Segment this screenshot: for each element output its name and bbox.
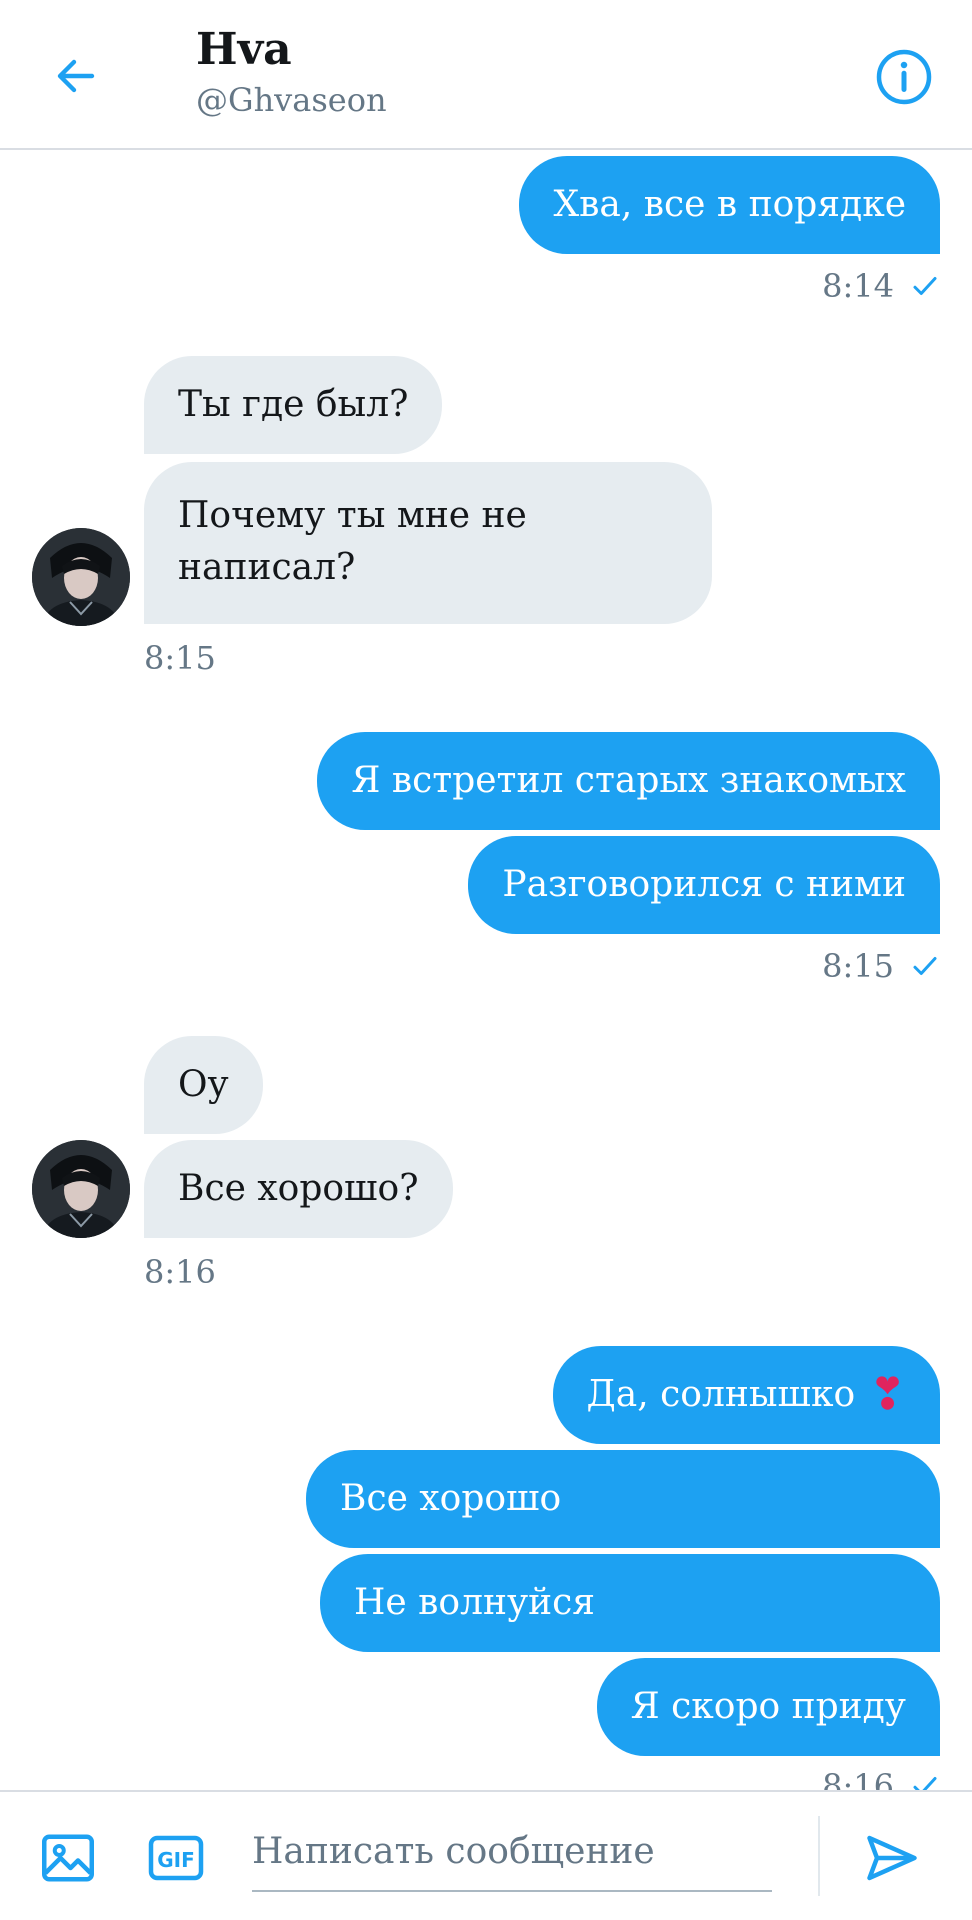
send-button[interactable] [862, 1828, 922, 1888]
message-text: Все хорошо [340, 1478, 562, 1519]
chat-header: Hva @Ghvaseon [0, 0, 972, 150]
message-text: Оу [178, 1064, 229, 1105]
gif-icon: GIF [148, 1835, 204, 1881]
outgoing-message[interactable]: Да, солнышко ❣ [552, 1346, 940, 1444]
outgoing-message[interactable]: Не волнуйся [320, 1554, 940, 1652]
message-time: 8:16 [144, 1253, 216, 1291]
timestamp: 8:14 [822, 267, 894, 305]
outgoing-message[interactable]: Все хорошо [306, 1450, 940, 1548]
checkmark-icon [913, 277, 937, 295]
message-list[interactable]: Хва, все в порядке 8:14 Ты где был? Поче… [0, 150, 972, 1790]
message-time: 8:15 [144, 639, 216, 677]
info-icon [876, 49, 932, 105]
add-image-button[interactable] [38, 1828, 98, 1888]
message-composer: GIF [0, 1790, 972, 1920]
message-text: Не волнуйся [354, 1582, 595, 1623]
info-button[interactable] [874, 47, 934, 107]
outgoing-message[interactable]: Разговорился с ними [468, 836, 940, 934]
message-text: Я скоро приду [630, 1686, 906, 1727]
outgoing-message[interactable]: Я скоро приду [596, 1658, 940, 1756]
avatar[interactable] [32, 1140, 130, 1238]
message-time: 8:14 [822, 266, 940, 306]
message-text-line: Почему ты мне не [178, 495, 527, 536]
incoming-message[interactable]: Оу [144, 1036, 263, 1134]
message-text: Хва, все в порядке [553, 184, 906, 225]
avatar[interactable] [32, 528, 130, 626]
outgoing-message[interactable]: Я встретил старых знакомых [317, 732, 940, 830]
composer-divider [818, 1816, 820, 1896]
message-input[interactable] [252, 1812, 772, 1892]
contact-handle: @Ghvaseon [196, 81, 387, 119]
gif-label: GIF [157, 1848, 195, 1872]
message-text: Ты где был? [178, 384, 409, 425]
image-icon [42, 1834, 94, 1882]
avatar-image [32, 528, 130, 626]
avatar-image [32, 1140, 130, 1238]
back-button[interactable] [40, 40, 112, 112]
contact-name[interactable]: Hva [196, 22, 292, 78]
checkmark-icon [913, 957, 937, 975]
add-gif-button[interactable]: GIF [146, 1828, 206, 1888]
message-text: Все хорошо? [178, 1168, 419, 1209]
incoming-message[interactable]: Все хорошо? [144, 1140, 453, 1238]
incoming-message[interactable]: Ты где был? [144, 356, 443, 454]
incoming-message[interactable]: Почему ты мне не написал? [144, 462, 712, 624]
arrow-left-icon [57, 59, 95, 93]
heart-exclamation-icon: ❣ [869, 1369, 906, 1420]
message-time: 8:15 [822, 946, 940, 986]
checkmark-icon [913, 1777, 937, 1790]
message-text: Разговорился с ними [502, 864, 906, 905]
message-time: 8:16 [822, 1766, 940, 1790]
timestamp: 8:16 [822, 1767, 894, 1790]
timestamp: 8:15 [822, 947, 894, 985]
message-text: Да, солнышко [586, 1374, 856, 1415]
send-icon [867, 1835, 917, 1881]
outgoing-message[interactable]: Хва, все в порядке [519, 156, 940, 254]
message-text: Я встретил старых знакомых [351, 760, 906, 801]
message-text-line: написал? [178, 547, 356, 588]
